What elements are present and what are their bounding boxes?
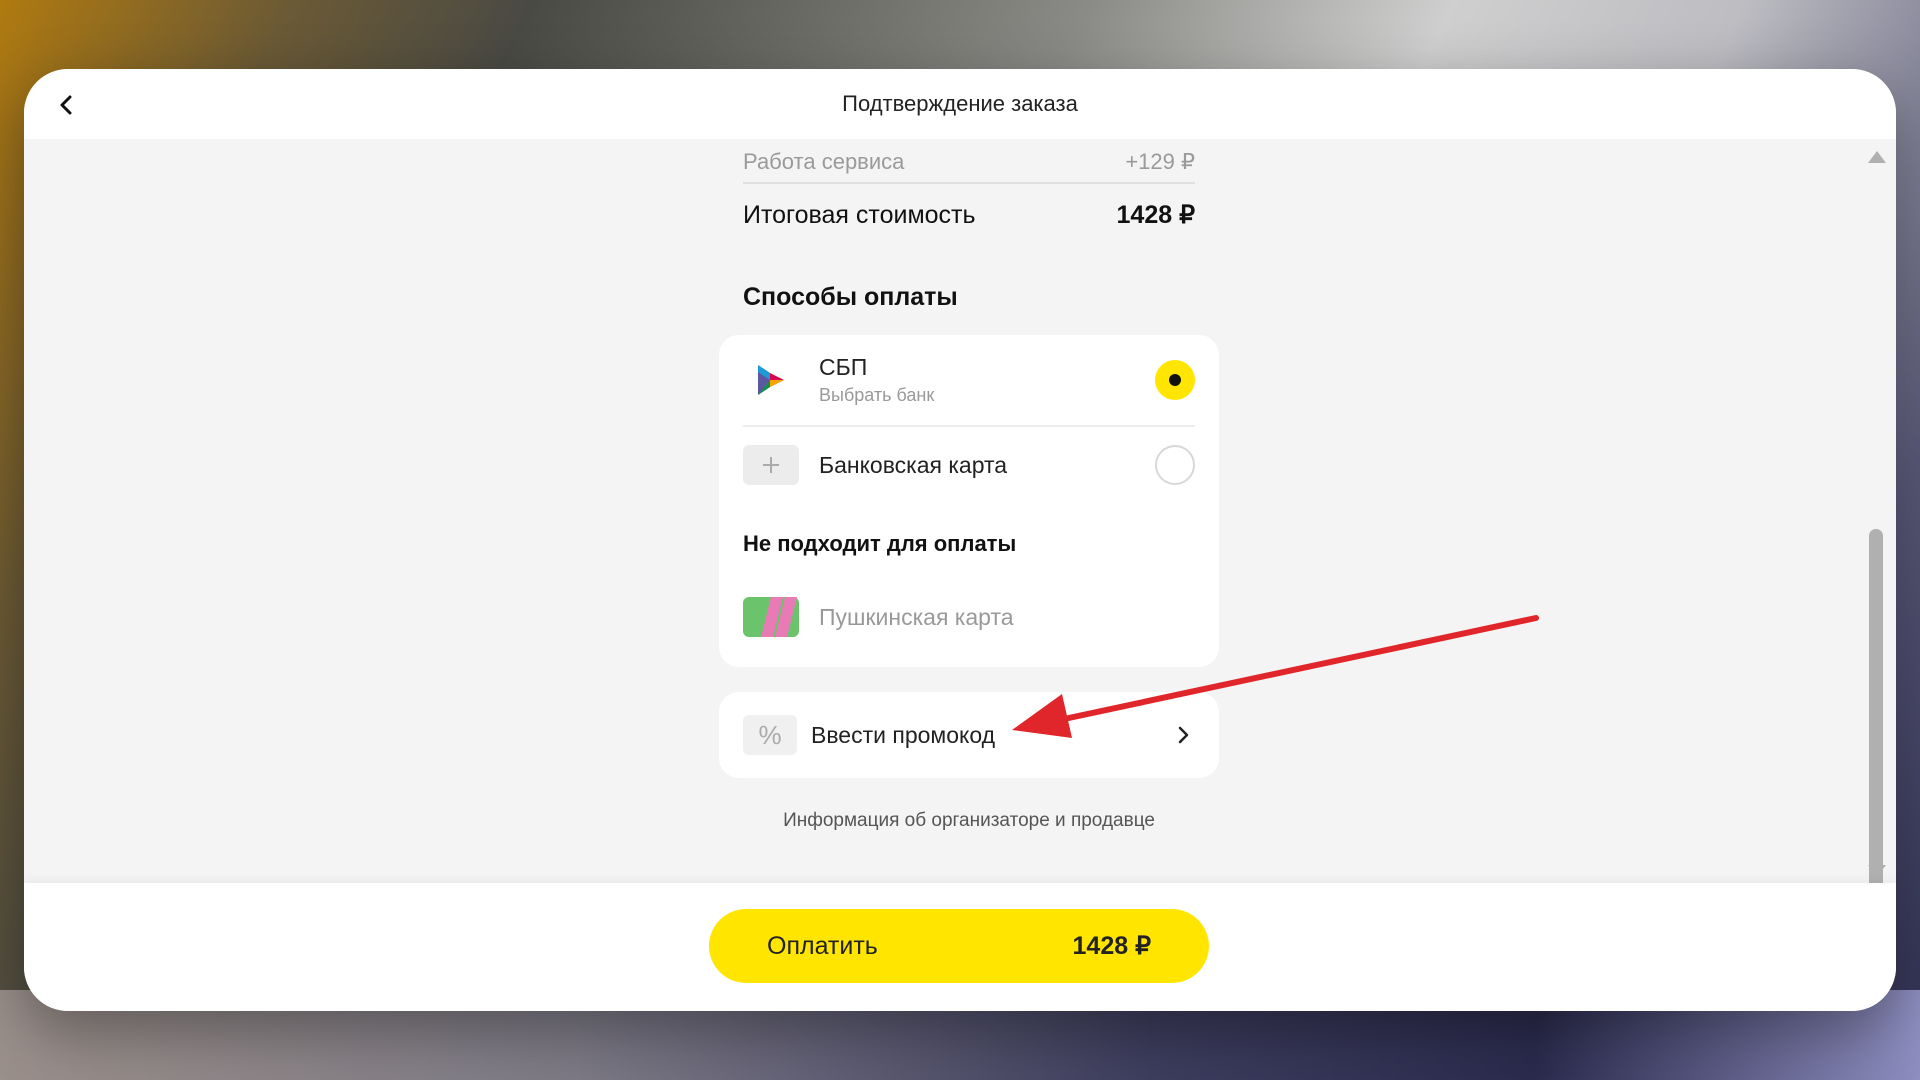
sbp-text: СБП Выбрать банк [819, 354, 1155, 406]
total-value: 1428 ₽ [1116, 201, 1195, 229]
scroll-down-icon[interactable] [1868, 865, 1886, 877]
page-title: Подтверждение заказа [842, 91, 1078, 116]
organizer-info-link[interactable]: Информация об организаторе и продавце [719, 810, 1219, 832]
total-label: Итоговая стоимость [743, 200, 976, 229]
promo-code-label: Ввести промокод [811, 721, 996, 748]
pay-button-amount: 1428 ₽ [1072, 932, 1151, 960]
plus-icon [743, 445, 799, 485]
payment-divider [743, 425, 1195, 427]
divider [743, 182, 1195, 184]
pushkin-text: Пушкинская карта [819, 604, 1195, 631]
chevron-right-icon [1171, 723, 1195, 747]
content-area: Работа сервиса +129 ₽ Итоговая стоимость… [24, 139, 1896, 883]
bank-card-name: Банковская карта [819, 451, 1008, 478]
sbp-name: СБП [819, 354, 868, 380]
sbp-radio-selected[interactable] [1155, 360, 1195, 400]
pushkin-card-icon [743, 597, 799, 637]
pushkin-card-name: Пушкинская карта [819, 603, 1014, 630]
payment-option-pushkin-card: Пушкинская карта [743, 595, 1195, 639]
sbp-icon [743, 360, 799, 400]
bank-card-text: Банковская карта [819, 452, 1155, 479]
scrollbar-thumb[interactable] [1869, 529, 1883, 883]
radio-dot [1169, 374, 1181, 386]
total-row: Итоговая стоимость 1428 ₽ [743, 197, 1195, 233]
unavailable-title: Не подходит для оплаты [743, 531, 1017, 556]
promo-code-button[interactable]: % Ввести промокод [719, 692, 1219, 778]
service-fee-row: Работа сервиса +129 ₽ [743, 147, 1195, 177]
back-button[interactable] [46, 85, 86, 125]
order-confirmation-window: Подтверждение заказа Работа сервиса +129… [24, 69, 1896, 1011]
pay-button-label: Оплатить [767, 931, 878, 960]
chevron-left-icon [60, 95, 72, 115]
payment-methods-title: Способы оплаты [743, 283, 958, 311]
payment-methods-card: СБП Выбрать банк Банковская карта Не под… [719, 335, 1219, 667]
service-fee-value: +129 ₽ [1125, 149, 1195, 174]
sbp-subtitle: Выбрать банк [819, 385, 935, 405]
pay-button[interactable]: Оплатить 1428 ₽ [709, 909, 1209, 983]
payment-option-bank-card[interactable]: Банковская карта [743, 443, 1195, 487]
scroll-up-icon[interactable] [1868, 151, 1886, 163]
percent-icon: % [743, 715, 797, 755]
top-bar: Подтверждение заказа [24, 69, 1896, 139]
footer-bar: Оплатить 1428 ₽ [24, 883, 1896, 1011]
payment-option-sbp[interactable]: СБП Выбрать банк [743, 351, 1195, 409]
scrollbar[interactable] [1866, 139, 1886, 883]
service-fee-label: Работа сервиса [743, 149, 905, 174]
bank-card-radio[interactable] [1155, 445, 1195, 485]
